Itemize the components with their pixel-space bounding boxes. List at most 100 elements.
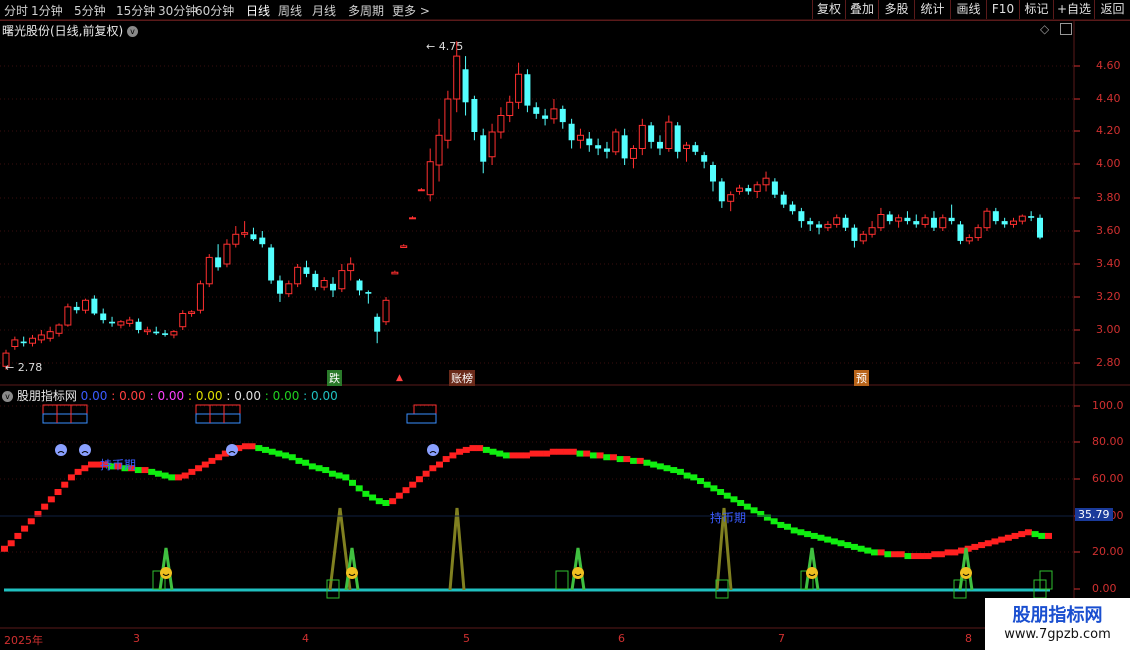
indicator-mark (436, 461, 443, 468)
indicator-mark (81, 465, 89, 472)
candle-body (338, 270, 346, 290)
indicator-mark (603, 454, 611, 461)
price-tick-label: 2.80 (1096, 356, 1121, 369)
candle-body (143, 329, 151, 333)
candle-body (992, 211, 999, 222)
high-price-label: ← 4.75 (426, 40, 464, 53)
candle-body (692, 145, 699, 152)
candle-body (223, 243, 231, 265)
indicator-mark (181, 472, 189, 479)
indicator-mark (355, 485, 363, 492)
smiley-icon (572, 567, 584, 579)
candle-body (453, 55, 461, 100)
candle-body (153, 331, 160, 334)
indicator-mark (710, 485, 718, 492)
candle-body (426, 161, 434, 196)
indicator-mark (342, 474, 350, 481)
indicator-mark (616, 456, 624, 463)
indicator-mark (1031, 531, 1039, 538)
indicator-mark (88, 461, 95, 468)
high-value: 4.75 (438, 40, 464, 53)
candle-body (745, 188, 752, 192)
indicator-mark (777, 521, 785, 528)
candle-body (1009, 220, 1017, 225)
candle-body (312, 273, 319, 288)
candle-body (259, 237, 266, 245)
candle-body (135, 321, 142, 330)
candle-body (117, 321, 125, 326)
indicator-mark (984, 540, 992, 547)
candle-body (533, 107, 540, 114)
indicator-tick-label: 80.00 (1092, 435, 1124, 448)
signal-box-red (195, 404, 241, 415)
indicator-mark (21, 525, 29, 532)
candle-body (868, 227, 876, 235)
indicator-mark (523, 452, 530, 459)
indicator-mark (268, 448, 276, 455)
candle-body (718, 181, 725, 202)
candle-body (303, 267, 310, 274)
indicator-mark (824, 536, 832, 543)
date-tick-label: 8 (965, 632, 972, 645)
indicator-mark (556, 448, 564, 455)
indicator-mark (998, 536, 1006, 543)
candle-body (488, 131, 496, 158)
smiley-icon (346, 567, 358, 579)
price-tick-label: 4.40 (1096, 92, 1121, 105)
candle-body (374, 316, 381, 332)
candle-body (656, 141, 663, 149)
indicator-mark (255, 445, 263, 452)
indicator-mark (978, 542, 986, 549)
candle-body (674, 125, 681, 152)
candle-body (82, 299, 90, 311)
candle-body (480, 135, 487, 162)
indicator-mark (937, 551, 945, 558)
forecast-marker[interactable]: 预 (854, 370, 869, 386)
candle-body (109, 321, 116, 324)
candle-body (356, 280, 363, 291)
candle-body (877, 214, 885, 229)
candle-body (250, 234, 257, 240)
indicator-mark (175, 474, 182, 481)
candle-body (285, 283, 293, 295)
candle-body (435, 134, 443, 166)
drop-marker[interactable]: 跌 (327, 370, 342, 386)
indicator-mark (201, 461, 209, 468)
indicator-mark (991, 538, 999, 545)
indicator-tick-label: 60.00 (1092, 472, 1124, 485)
date-tick-label: 4 (302, 632, 309, 645)
indicator-mark (74, 468, 82, 475)
indicator-mark (784, 523, 791, 530)
price-tick-label: 4.00 (1096, 157, 1121, 170)
candle-body (913, 221, 920, 225)
indicator-mark (844, 542, 852, 549)
indicator-mark (1018, 531, 1026, 538)
stock-chart[interactable] (0, 0, 1130, 650)
candle-body (91, 298, 98, 314)
candle-body (188, 311, 196, 315)
indicator-mark (476, 445, 484, 452)
indicator-mark (1004, 534, 1012, 541)
indicator-mark (402, 487, 410, 494)
smiley-icon (160, 567, 172, 579)
price-tick-label: 3.80 (1096, 191, 1121, 204)
date-tick-label: 5 (463, 632, 470, 645)
indicator-mark (54, 489, 62, 496)
candle-body (701, 155, 708, 162)
candle-body (886, 214, 893, 222)
indicator-mark (1011, 532, 1019, 539)
candle-body (37, 334, 45, 341)
indicator-mark (797, 529, 805, 536)
indicator-mark (14, 532, 22, 539)
candle-body (268, 247, 275, 281)
candle-body (895, 217, 903, 222)
indicator-mark (924, 553, 932, 560)
indicator-mark (469, 445, 477, 452)
indicator-mark (563, 448, 571, 455)
indicator-mark (462, 446, 470, 453)
indicator-mark (610, 454, 617, 461)
ranking-marker[interactable]: 账榜 (449, 370, 475, 386)
indicator-mark (195, 465, 203, 472)
signal-box (555, 570, 569, 590)
candle-body (780, 194, 787, 205)
